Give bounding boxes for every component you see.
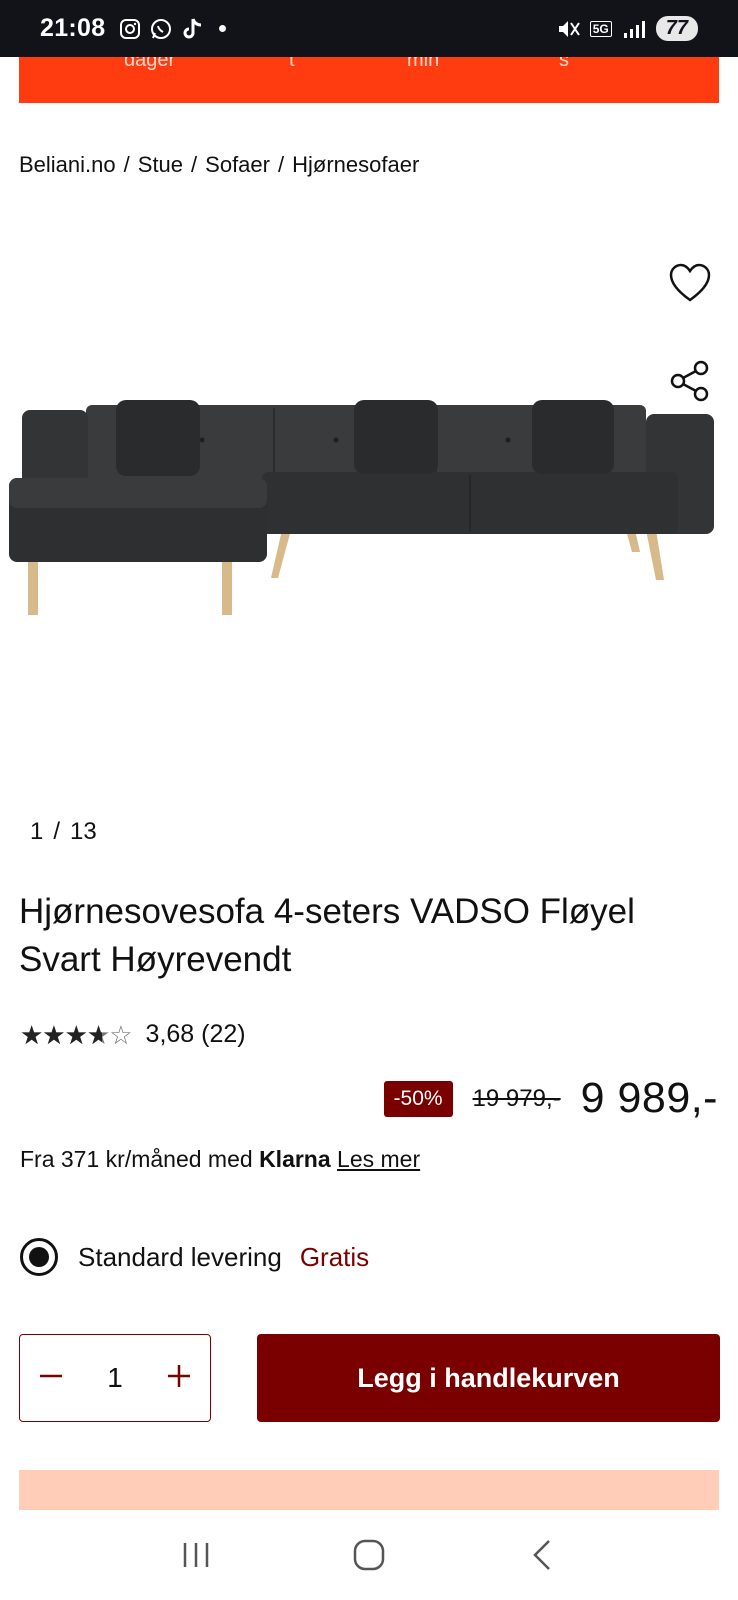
increase-quantity-button[interactable]	[162, 1361, 196, 1395]
delivery-label: Standard levering	[78, 1241, 282, 1272]
old-price: 19 979,-	[472, 1084, 561, 1112]
discount-badge: -50%	[383, 1080, 453, 1117]
radio-selected-dot	[29, 1247, 49, 1267]
countdown-hours-label: t	[289, 57, 295, 71]
quantity-value[interactable]: 1	[107, 1362, 123, 1394]
back-button[interactable]	[512, 1530, 572, 1580]
quantity-stepper: 1	[19, 1334, 211, 1422]
home-icon	[353, 1539, 385, 1571]
more-notifications-dot	[219, 25, 227, 32]
breadcrumb: Beliani.no / Stue / Sofaer / Hjørnesofaer	[19, 152, 419, 178]
star-rating-icon: ★★★★☆ ★★★★★	[20, 1021, 133, 1048]
mute-vibrate-icon	[558, 20, 580, 37]
delivery-radio[interactable]	[20, 1238, 58, 1276]
pager-separator: /	[53, 818, 61, 845]
breadcrumb-living-room[interactable]: Stue	[138, 152, 183, 178]
financing-info: Fra 371 kr/måned med Klarna Les mer	[20, 1146, 420, 1173]
pager-current: 1	[30, 818, 44, 845]
breadcrumb-corner-sofas[interactable]: Hjørnesofaer	[292, 152, 419, 178]
breadcrumb-sofas[interactable]: Sofaer	[205, 152, 270, 178]
breadcrumb-separator: /	[191, 152, 198, 177]
breadcrumb-separator: /	[277, 152, 285, 177]
product-title: Hjørnesovesofa 4-seters VADSO Fløyel Sva…	[19, 892, 635, 979]
breadcrumb-home[interactable]: Beliani.no	[19, 152, 116, 178]
battery-indicator: 77	[655, 16, 698, 41]
countdown-minutes-label: min	[407, 57, 440, 71]
home-button[interactable]	[339, 1530, 399, 1580]
review-count: (22)	[201, 1020, 246, 1048]
recent-apps-icon	[184, 1543, 209, 1567]
share-icon[interactable]	[670, 360, 710, 402]
whatsapp-icon	[151, 18, 172, 39]
signal-icon	[623, 20, 645, 38]
product-image[interactable]	[6, 400, 732, 632]
klarna-logo: Klarna	[259, 1146, 331, 1172]
system-nav-bar	[0, 1510, 738, 1600]
countdown-seconds-label: s	[559, 57, 569, 71]
stars-filled: ★★★★★	[20, 1021, 103, 1048]
decrease-quantity-button[interactable]	[34, 1361, 68, 1395]
pager-total: 13	[70, 818, 97, 845]
rating-value: 3,68 (22)	[146, 1020, 246, 1049]
delivery-option[interactable]: Standard levering Gratis	[20, 1238, 369, 1276]
notification-icons	[119, 17, 227, 41]
financing-text: Fra 371 kr/måned med	[20, 1146, 253, 1172]
minus-icon	[40, 1374, 62, 1378]
countdown-banner[interactable]: dager t min s	[19, 57, 719, 103]
image-pager: 1 / 13	[30, 818, 97, 846]
recent-apps-button[interactable]	[166, 1530, 226, 1580]
read-more-link[interactable]: Les mer	[337, 1146, 420, 1172]
delivery-price: Gratis	[299, 1241, 370, 1272]
system-icons: 5G 77	[556, 16, 698, 41]
rating-score: 3,68	[145, 1020, 195, 1048]
product-rating[interactable]: ★★★★☆ ★★★★★ 3,68 (22)	[20, 1020, 246, 1049]
network-type: 5G	[589, 20, 612, 37]
promo-strip	[19, 1470, 719, 1510]
add-to-cart-button[interactable]: Legg i handlekurven	[257, 1334, 720, 1422]
back-icon	[532, 1540, 550, 1570]
heart-icon[interactable]	[668, 262, 712, 306]
current-price: 9 989,-	[580, 1074, 718, 1122]
plus-icon	[167, 1365, 190, 1387]
breadcrumb-separator: /	[123, 152, 130, 177]
status-bar: 21:08 5G 77	[0, 0, 738, 57]
countdown-days-label: dager	[124, 57, 176, 71]
tiktok-icon	[183, 17, 202, 38]
instagram-icon	[120, 18, 141, 39]
status-time: 21:08	[40, 14, 106, 42]
price-row: -50% 19 979,- 9 989,-	[383, 1074, 718, 1123]
